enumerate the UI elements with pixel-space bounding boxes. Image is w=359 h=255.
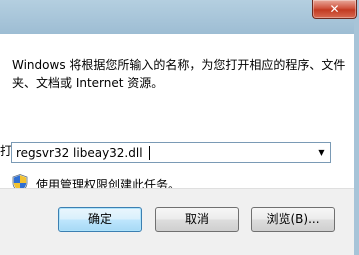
title-bar [0, 0, 359, 34]
dialog-description: Windows 将根据您所输入的名称，为您打开相应的程序、文件夹、文档或 Int… [12, 58, 346, 90]
close-button[interactable]: ✕ [312, 0, 357, 19]
chevron-down-icon[interactable]: ▼ [313, 143, 330, 162]
browse-button[interactable]: 浏览(B)... [251, 207, 335, 232]
ok-button[interactable]: 确定 [58, 207, 142, 232]
window-border-right [354, 0, 359, 255]
open-input[interactable]: regsvr32 libeay32.dll [16, 145, 143, 161]
dialog-footer: 确定 取消 浏览(B)... [0, 188, 354, 255]
close-icon: ✕ [329, 2, 340, 16]
open-combobox[interactable]: regsvr32 libeay32.dll ▼ [11, 142, 331, 163]
cancel-button[interactable]: 取消 [155, 207, 239, 232]
dialog-content: Windows 将根据您所输入的名称，为您打开相应的程序、文件夹、文档或 Int… [0, 34, 354, 192]
text-caret [149, 146, 150, 160]
